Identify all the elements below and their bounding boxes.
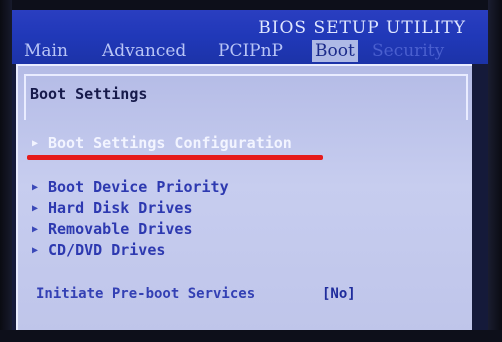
menu-item-removable-drives[interactable]: ▶ Removable Drives — [32, 220, 193, 240]
tab-bar: Main Advanced PCIPnP Boot Security — [20, 40, 490, 62]
menu-item-label: Boot Device Priority — [48, 178, 229, 196]
menu-item-label: CD/DVD Drives — [48, 241, 166, 259]
monitor-bezel-bottom — [0, 330, 502, 342]
menu-item-hard-disk-drives[interactable]: ▶ Hard Disk Drives — [32, 199, 193, 219]
tab-boot[interactable]: Boot — [312, 40, 358, 62]
option-label: Initiate Pre-boot Services — [36, 286, 256, 302]
triangle-right-icon: ▶ — [32, 182, 39, 193]
menu-item-label: Removable Drives — [48, 220, 193, 238]
menu-item-cd-dvd-drives[interactable]: ▶ CD/DVD Drives — [32, 241, 165, 261]
menu-item-label: Hard Disk Drives — [48, 199, 193, 217]
triangle-right-icon: ▶ — [32, 138, 39, 149]
tab-main[interactable]: Main — [24, 40, 68, 62]
menu-item-boot-device-priority[interactable]: ▶ Boot Device Priority — [32, 178, 229, 198]
monitor-bezel-top — [0, 0, 502, 10]
menu-item-boot-settings-configuration[interactable]: ▶ Boot Settings Configuration — [32, 134, 292, 154]
triangle-right-icon: ▶ — [32, 245, 39, 256]
bios-screen: BIOS SETUP UTILITY Main Advanced PCIPnP … — [0, 0, 502, 342]
section-title: Boot Settings — [30, 85, 148, 103]
option-value[interactable]: [No] — [322, 286, 356, 302]
triangle-right-icon: ▶ — [32, 203, 39, 214]
red-highlight-underline — [27, 155, 323, 160]
bios-title: BIOS SETUP UTILITY — [258, 18, 466, 38]
tab-advanced[interactable]: Advanced — [102, 40, 186, 62]
menu-item-label: Boot Settings Configuration — [48, 134, 292, 152]
bios-header-bar: BIOS SETUP UTILITY Main Advanced PCIPnP … — [12, 10, 488, 64]
monitor-bezel-right — [488, 0, 502, 342]
boot-settings-panel: Boot Settings ▶ Boot Settings Configurati… — [16, 64, 472, 332]
option-initiate-pre-boot-services[interactable]: Initiate Pre-boot Services [No] — [36, 286, 456, 308]
tab-security[interactable]: Security — [372, 40, 444, 62]
triangle-right-icon: ▶ — [32, 224, 39, 235]
monitor-bezel-left — [0, 0, 12, 342]
tab-pcipnp[interactable]: PCIPnP — [218, 40, 283, 62]
